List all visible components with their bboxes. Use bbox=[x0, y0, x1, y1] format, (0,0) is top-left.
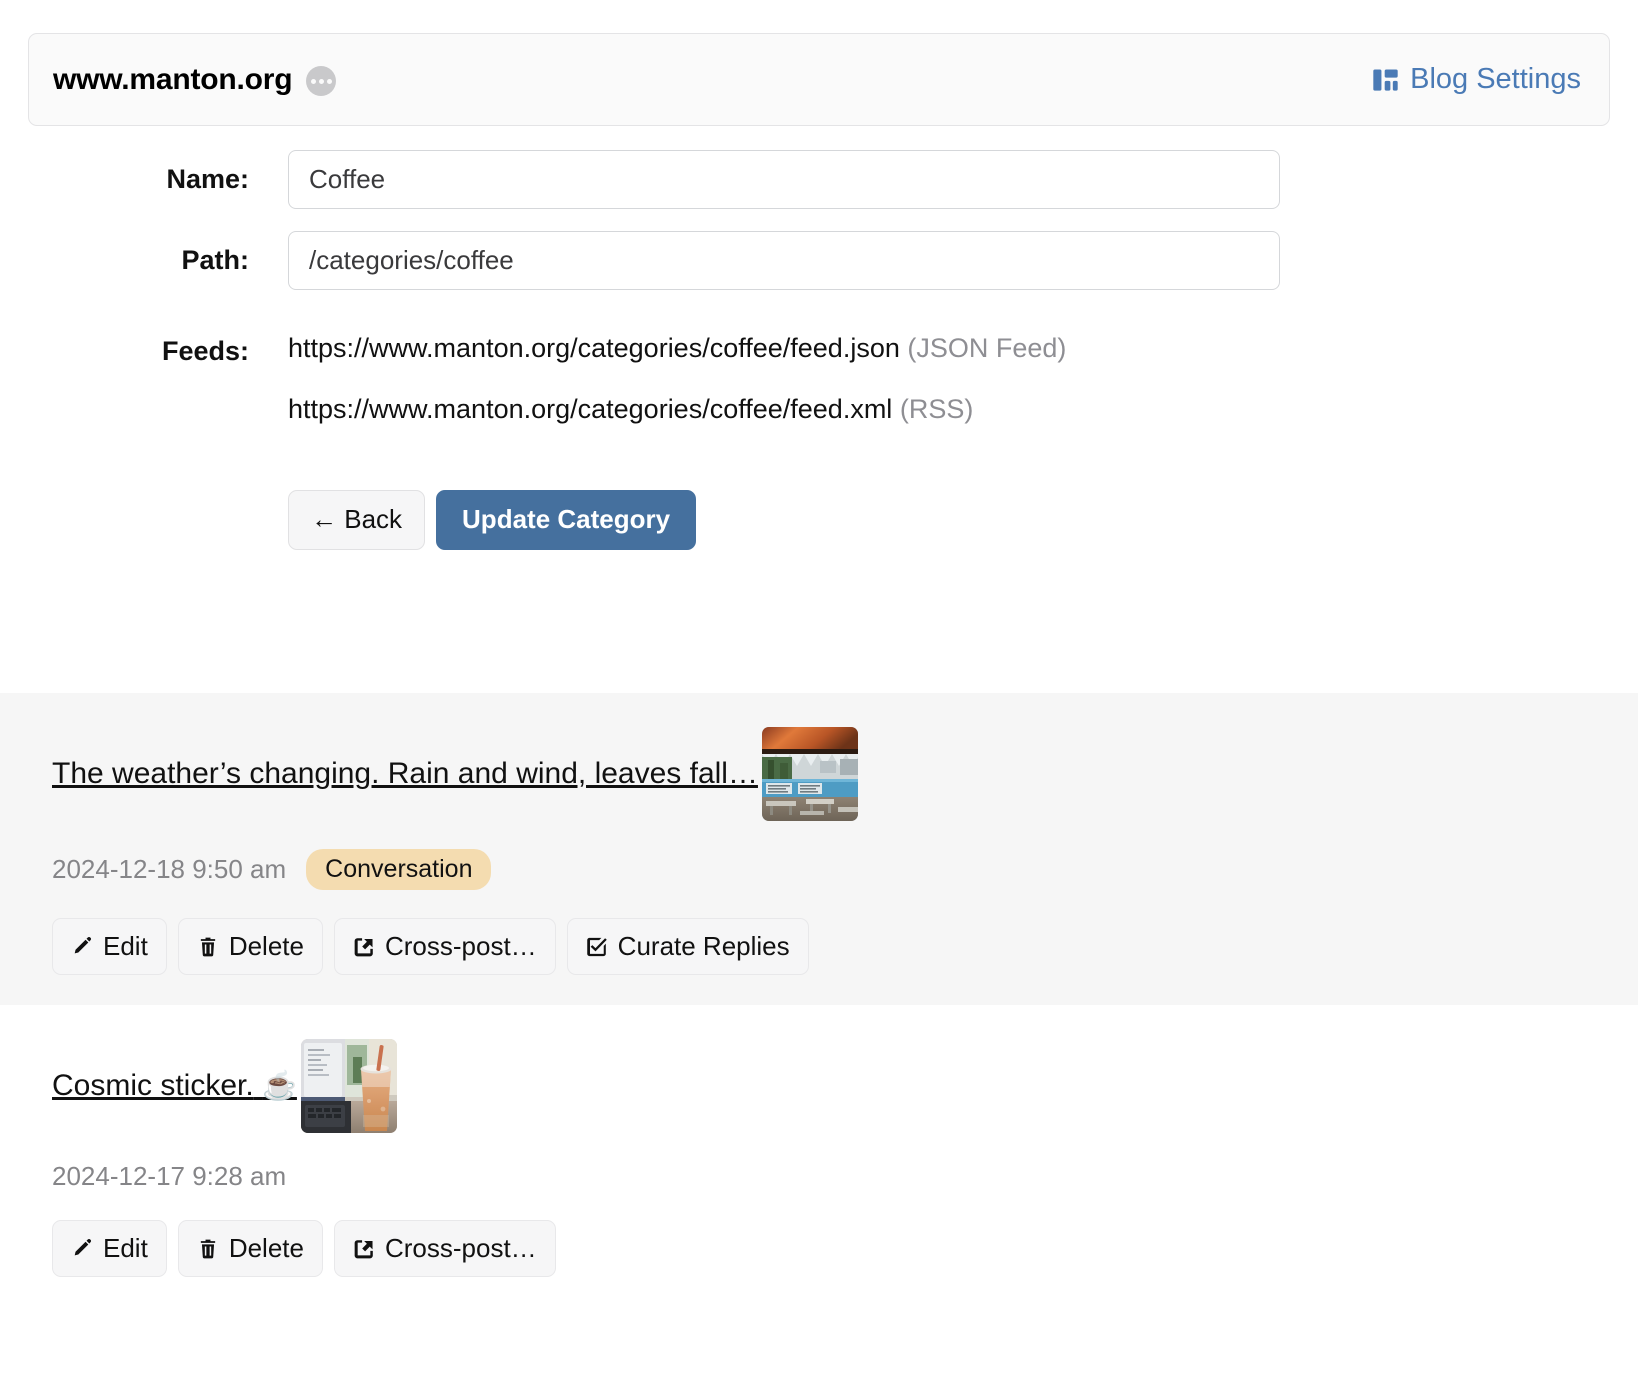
name-input[interactable] bbox=[288, 150, 1280, 209]
share-box-arrow-icon bbox=[353, 936, 375, 958]
update-category-button[interactable]: Update Category bbox=[436, 489, 697, 550]
site-header-bar: www.manton.org Blog Settings bbox=[28, 33, 1610, 126]
coffee-emoji-icon: ☕ bbox=[262, 1070, 297, 1101]
back-button[interactable]: ← Back bbox=[288, 489, 426, 550]
share-box-arrow-icon bbox=[353, 1238, 375, 1260]
feeds-row: Feeds: https://www.manton.org/categories… bbox=[0, 332, 1638, 454]
curate-replies-button[interactable]: Curate Replies bbox=[566, 918, 809, 975]
status-badge: Conversation bbox=[306, 849, 492, 890]
edit-button[interactable]: Edit bbox=[52, 1220, 167, 1277]
post-item: Cosmic sticker. ☕ 2024-12-17 9:28 am Edi… bbox=[0, 1005, 1638, 1307]
cross-post-button-label: Cross-post… bbox=[384, 1233, 537, 1263]
name-field-wrap bbox=[288, 150, 1280, 209]
name-row: Name: bbox=[0, 150, 1638, 209]
feed-kind-json: (JSON Feed) bbox=[907, 333, 1067, 363]
cross-post-button-label: Cross-post… bbox=[384, 931, 537, 961]
post-thumbnail[interactable] bbox=[300, 1039, 397, 1133]
feed-line: https://www.manton.org/categories/coffee… bbox=[288, 393, 1066, 427]
edit-button-label: Edit bbox=[103, 1233, 148, 1263]
post-title[interactable]: The weather’s changing. Rain and wind, l… bbox=[52, 759, 758, 789]
category-form: Name: Path: Feeds: https://www.manton.or… bbox=[0, 150, 1638, 550]
post-title-row: The weather’s changing. Rain and wind, l… bbox=[52, 727, 1586, 821]
dashboard-layout-icon bbox=[1372, 67, 1399, 93]
blog-settings-link[interactable]: Blog Settings bbox=[1372, 63, 1581, 96]
path-input[interactable] bbox=[288, 231, 1280, 290]
edit-button-label: Edit bbox=[103, 931, 148, 961]
post-meta: 2024-12-18 9:50 am Conversation bbox=[52, 849, 1586, 890]
post-date: 2024-12-18 9:50 am bbox=[52, 854, 287, 884]
check-square-icon bbox=[586, 936, 608, 958]
cross-post-button[interactable]: Cross-post… bbox=[333, 918, 556, 975]
post-item: The weather’s changing. Rain and wind, l… bbox=[0, 693, 1638, 1005]
site-header-left: www.manton.org bbox=[53, 62, 337, 97]
site-title: www.manton.org bbox=[53, 62, 293, 96]
post-list: The weather’s changing. Rain and wind, l… bbox=[0, 693, 1638, 1307]
name-label: Name: bbox=[166, 164, 249, 194]
feed-kind-rss: (RSS) bbox=[899, 393, 974, 424]
post-meta: 2024-12-17 9:28 am bbox=[52, 1161, 1586, 1192]
feed-url-rss[interactable]: https://www.manton.org/categories/coffee… bbox=[288, 394, 892, 424]
form-actions: ← Back Update Category bbox=[288, 489, 1638, 550]
path-row: Path: bbox=[0, 231, 1638, 290]
path-label: Path: bbox=[181, 245, 250, 275]
pencil-icon bbox=[71, 936, 93, 958]
curate-replies-button-label: Curate Replies bbox=[617, 931, 790, 961]
cross-post-button[interactable]: Cross-post… bbox=[333, 1220, 556, 1277]
post-title-row: Cosmic sticker. ☕ bbox=[52, 1039, 1586, 1133]
post-date: 2024-12-17 9:28 am bbox=[52, 1161, 287, 1191]
post-actions: Edit Delete Cross-post… bbox=[52, 1220, 1586, 1277]
trash-icon bbox=[197, 1238, 219, 1260]
post-thumbnail[interactable] bbox=[761, 727, 858, 821]
delete-button[interactable]: Delete bbox=[177, 1220, 323, 1277]
trash-icon bbox=[197, 936, 219, 958]
path-field-wrap bbox=[288, 231, 1280, 290]
feeds-list: https://www.manton.org/categories/coffee… bbox=[288, 332, 1066, 454]
feed-line: https://www.manton.org/categories/coffee… bbox=[288, 332, 1066, 366]
delete-button-label: Delete bbox=[228, 1233, 304, 1263]
post-actions: Edit Delete Cross-post… bbox=[52, 918, 1586, 975]
blog-settings-label: Blog Settings bbox=[1410, 63, 1581, 95]
pencil-icon bbox=[71, 1238, 93, 1260]
ellipsis-icon[interactable] bbox=[306, 66, 337, 96]
edit-button[interactable]: Edit bbox=[52, 918, 167, 975]
feed-url-json[interactable]: https://www.manton.org/categories/coffee… bbox=[288, 333, 900, 363]
delete-button-label: Delete bbox=[228, 931, 304, 961]
post-title-text: Cosmic sticker. bbox=[52, 1069, 254, 1102]
feeds-label: Feeds: bbox=[161, 336, 249, 366]
post-title[interactable]: Cosmic sticker. ☕ bbox=[52, 1071, 297, 1101]
delete-button[interactable]: Delete bbox=[177, 918, 323, 975]
